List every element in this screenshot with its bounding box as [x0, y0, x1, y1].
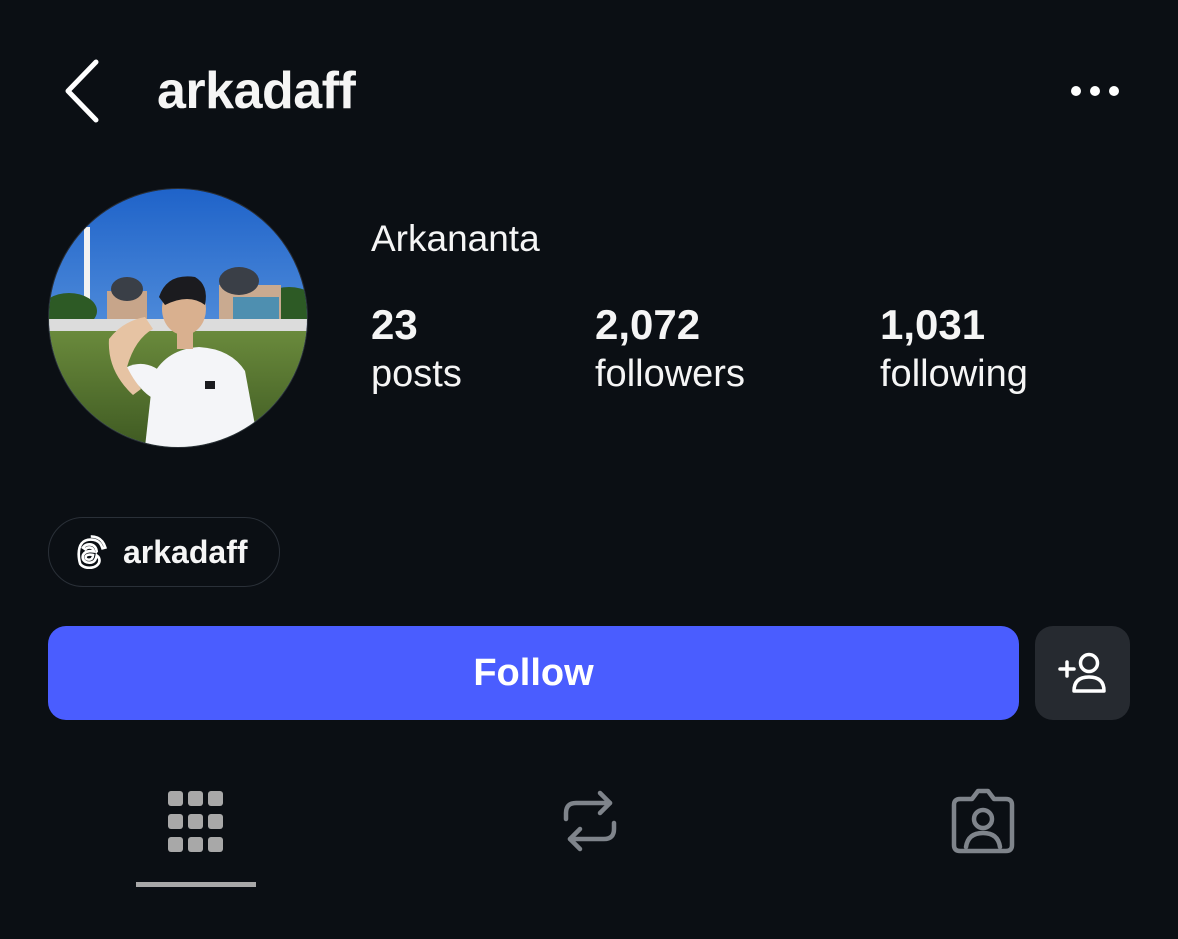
following-count-value: 1,031 — [880, 301, 986, 348]
followers-count-label: followers — [595, 353, 745, 395]
avatar[interactable] — [48, 188, 308, 448]
chevron-left-icon — [65, 59, 99, 123]
following-count-label: following — [880, 353, 1028, 395]
profile-username: arkadaff — [157, 62, 356, 120]
avatar-photo — [49, 189, 307, 447]
repost-icon — [563, 790, 617, 852]
threads-username: arkadaff — [123, 533, 248, 570]
posts-count: 23 posts — [371, 300, 462, 398]
active-tab-indicator — [136, 882, 256, 887]
followers-count[interactable]: 2,072 followers — [595, 300, 745, 398]
grid-icon — [168, 791, 223, 852]
posts-count-value: 23 — [371, 301, 418, 348]
followers-count-value: 2,072 — [595, 301, 701, 348]
add-user-icon — [1057, 652, 1106, 693]
tab-posts-grid[interactable] — [136, 785, 256, 865]
tab-tagged[interactable] — [923, 785, 1043, 865]
profile-page: arkadaff Arkananta 23 posts 2,072 follow… — [0, 0, 1178, 939]
tab-reposts[interactable] — [530, 785, 650, 865]
threads-icon — [77, 535, 107, 569]
follow-button[interactable]: Follow — [48, 626, 1019, 720]
tagged-icon — [951, 788, 1015, 854]
back-button[interactable] — [58, 56, 110, 126]
suggested-users-button[interactable] — [1035, 626, 1130, 720]
more-options-button[interactable] — [1066, 74, 1124, 108]
posts-count-label: posts — [371, 353, 462, 395]
threads-profile-link[interactable]: arkadaff — [48, 517, 280, 587]
more-horizontal-icon — [1071, 86, 1119, 96]
profile-display-name: Arkananta — [371, 218, 540, 259]
following-count[interactable]: 1,031 following — [880, 300, 1028, 398]
